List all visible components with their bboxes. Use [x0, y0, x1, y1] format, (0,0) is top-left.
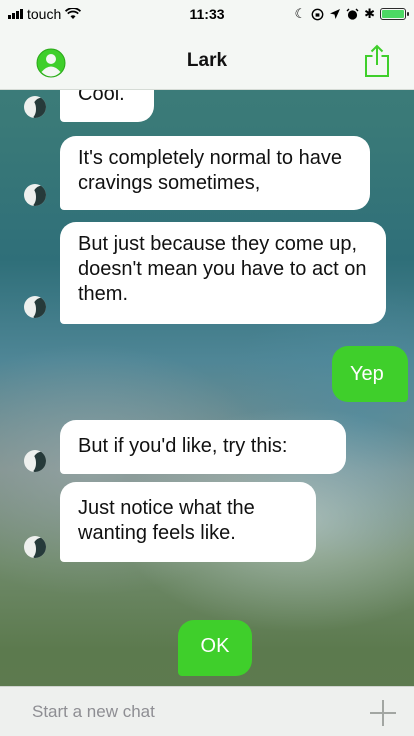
bot-avatar-icon	[24, 536, 46, 558]
orientation-lock-icon	[311, 8, 324, 20]
wifi-icon	[65, 8, 82, 19]
bot-message: But just because they come up, doesn't m…	[60, 222, 386, 324]
status-bar: touch 11:33 ☾ ✱	[0, 0, 414, 28]
moon-icon: ☾	[294, 6, 307, 21]
input-bar: Start a new chat	[0, 686, 414, 736]
location-icon	[330, 9, 341, 19]
chat-input[interactable]: Start a new chat	[0, 687, 350, 736]
bot-message: But if you'd like, try this:	[60, 420, 346, 474]
chat-thread[interactable]: Cool. It's completely normal to have cra…	[0, 90, 414, 686]
user-message: Yep	[332, 346, 408, 402]
signal-icon	[8, 9, 23, 19]
clock: 11:33	[189, 6, 225, 22]
user-message: OK	[178, 620, 252, 676]
bot-avatar-icon	[24, 184, 46, 206]
bot-avatar-icon	[24, 450, 46, 472]
battery-icon	[380, 8, 409, 20]
alarm-icon	[346, 8, 359, 20]
page-title: Lark	[186, 50, 228, 71]
add-icon[interactable]	[370, 700, 396, 726]
carrier-label: touch	[27, 6, 62, 22]
nav-bar: Lark	[0, 28, 414, 90]
bot-avatar-icon	[24, 96, 46, 118]
bot-avatar-icon	[24, 296, 46, 318]
bot-message: Just notice what the wanting feels like.	[60, 482, 316, 562]
bot-message: Cool.	[60, 90, 154, 122]
share-icon[interactable]	[364, 44, 390, 78]
bluetooth-icon: ✱	[364, 6, 375, 21]
bot-message: It's completely normal to have cravings …	[60, 136, 370, 210]
